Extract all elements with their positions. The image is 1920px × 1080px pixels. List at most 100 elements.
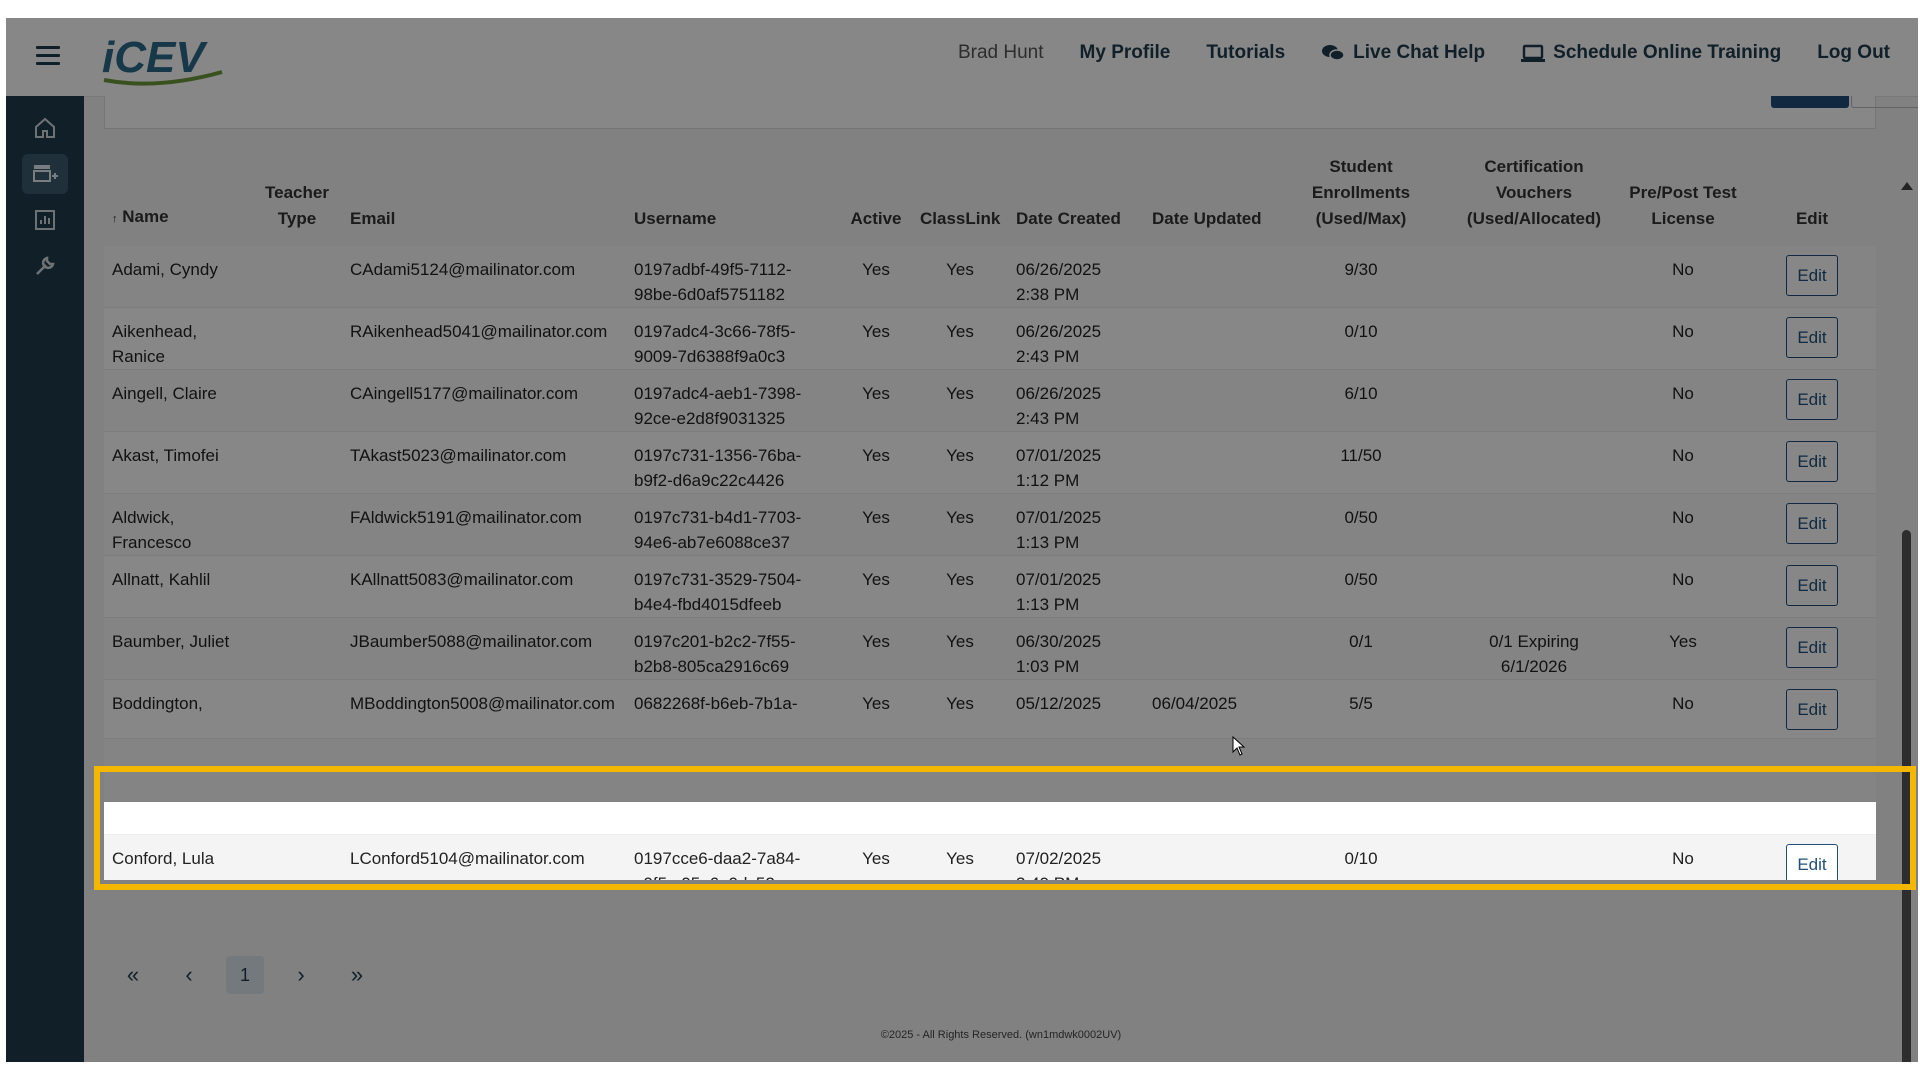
previous-page-button[interactable]: ‹ — [170, 956, 208, 994]
cell-active: Yes — [862, 260, 890, 279]
live-chat-link[interactable]: Live Chat Help — [1321, 42, 1485, 64]
column-header-edit: Edit — [1795, 209, 1829, 228]
cell-enrollments: 0/1 — [1349, 632, 1373, 651]
sidebar-item-home[interactable] — [22, 108, 68, 148]
schedule-training-label: Schedule Online Training — [1553, 42, 1782, 63]
table-row[interactable]: Baumber, Juliet JBaumber5088@mailinator.c… — [104, 617, 1876, 680]
cell-email: JBaumber5088@mailinator.com — [350, 632, 593, 651]
cell-username: 0197adbf-49f5-7112- 98be-6d0af5751182 — [634, 260, 792, 304]
last-page-button[interactable]: » — [338, 956, 376, 994]
cell-date-updated — [1144, 618, 1272, 680]
mouse-cursor-icon — [1232, 736, 1246, 756]
cell-email: CAdami5124@mailinator.com — [350, 260, 576, 279]
table-row[interactable]: Boddington, MBoddington5008@mailinator.co… — [104, 679, 1876, 739]
cell-active: Yes — [862, 508, 890, 527]
cell-name: Aikenhead, Ranice — [112, 322, 198, 366]
cell-vouchers — [1450, 308, 1618, 370]
my-profile-link[interactable]: My Profile — [1080, 42, 1171, 64]
cell-enrollments: 11/50 — [1340, 446, 1382, 465]
cell-teacher-type — [252, 618, 342, 680]
current-page-button[interactable]: 1 — [226, 956, 264, 994]
cell-license: No — [1672, 446, 1694, 465]
sidebar — [6, 96, 84, 1062]
cell-name: Adami, Cyndy — [112, 260, 218, 279]
icev-logo[interactable]: iCEV — [98, 32, 228, 88]
column-header-date-created[interactable]: Date Created — [1008, 154, 1144, 246]
cell-name: Baumber, Juliet — [112, 632, 230, 651]
top-bar: iCEV Brad Hunt My Profile Tutorials Live… — [6, 18, 1918, 97]
edit-button[interactable]: Edit — [1786, 503, 1838, 544]
table-row[interactable]: Adami, Cyndy CAdami5124@mailinator.com 019… — [104, 246, 1876, 308]
cell-vouchers — [1450, 370, 1618, 432]
cell-classlink: Yes — [946, 446, 974, 465]
cell-vouchers: 0/1 Expiring 6/1/2026 — [1489, 632, 1579, 676]
cell-active: Yes — [862, 848, 890, 868]
cell-classlink: Yes — [946, 848, 974, 868]
column-header-student-enrollments[interactable]: Student Enrollments (Used/Max) — [1272, 154, 1450, 246]
sidebar-item-tools[interactable] — [22, 246, 68, 286]
cell-license: No — [1672, 848, 1694, 868]
cell-date-created: 06/30/2025 1:03 PM — [1016, 632, 1102, 676]
next-page-button[interactable]: › — [282, 956, 320, 994]
cell-edit: Edit — [1748, 308, 1876, 370]
edit-button[interactable]: Edit — [1786, 843, 1838, 880]
edit-button[interactable]: Edit — [1786, 627, 1838, 668]
table-row-partial — [104, 802, 1876, 834]
cell-name: Aingell, Claire — [112, 384, 217, 403]
cell-date-updated — [1144, 308, 1272, 370]
log-out-link[interactable]: Log Out — [1817, 42, 1890, 64]
column-header-active[interactable]: Active — [840, 154, 912, 246]
cell-teacher-type — [252, 370, 342, 432]
hamburger-menu-icon[interactable] — [36, 46, 60, 66]
edit-button[interactable]: Edit — [1786, 255, 1838, 296]
edit-button[interactable]: Edit — [1786, 441, 1838, 482]
cell-date-updated — [1144, 494, 1272, 556]
column-header-name[interactable]: ↑ Name — [104, 154, 252, 246]
table-row[interactable]: Aldwick, Francesco FAldwick5191@mailinator… — [104, 493, 1876, 556]
table-row[interactable]: Aingell, Claire CAingell5177@mailinator.c… — [104, 369, 1876, 432]
edit-button[interactable]: Edit — [1786, 565, 1838, 606]
cell-classlink: Yes — [946, 260, 974, 279]
cell-date-created: 05/12/2025 — [1016, 694, 1102, 713]
tutorials-link[interactable]: Tutorials — [1206, 42, 1285, 64]
cell-classlink: Yes — [946, 508, 974, 527]
column-header-email[interactable]: Email — [342, 154, 626, 246]
column-header-username[interactable]: Username — [626, 154, 840, 246]
cell-active: Yes — [862, 322, 890, 341]
edit-button[interactable]: Edit — [1786, 317, 1838, 358]
sidebar-item-storefront-add[interactable] — [22, 154, 68, 194]
column-header-pre-post-license[interactable]: Pre/Post Test License — [1618, 154, 1748, 246]
cell-name: Aldwick, Francesco — [112, 508, 192, 552]
scroll-up-arrow-icon[interactable] — [1901, 182, 1913, 190]
edit-button[interactable]: Edit — [1786, 689, 1838, 730]
sidebar-item-reports[interactable] — [22, 200, 68, 240]
column-header-teacher-type[interactable]: Teacher Type — [252, 154, 342, 246]
first-page-button[interactable]: « — [114, 956, 152, 994]
column-header-certification-vouchers[interactable]: Certification Vouchers (Used/Allocated) — [1450, 154, 1618, 246]
scrollbar-thumb[interactable] — [1902, 530, 1911, 1062]
table-row[interactable]: Aikenhead, Ranice RAikenhead5041@mailinato… — [104, 307, 1876, 370]
cell-edit: Edit — [1748, 370, 1876, 432]
schedule-training-link[interactable]: Schedule Online Training — [1521, 42, 1781, 64]
cell-license: No — [1672, 384, 1694, 403]
cell-teacher-type — [252, 246, 342, 308]
column-header-classlink[interactable]: ClassLink — [912, 154, 1008, 246]
cell-active: Yes — [862, 446, 890, 465]
cell-username: 0197c201-b2c2-7f55- b2b8-805ca2916c69 — [634, 632, 796, 676]
cell-email: LConford5104@mailinator.com — [350, 848, 585, 868]
cell-name: Boddington, — [112, 694, 203, 713]
cell-classlink: Yes — [946, 694, 974, 713]
cell-teacher-type — [252, 556, 342, 618]
cell-vouchers — [1450, 246, 1618, 308]
vertical-scrollbar[interactable] — [1898, 180, 1914, 1062]
table-row[interactable]: Akast, Timofei TAkast5023@mailinator.com 0… — [104, 431, 1876, 494]
cell-username: 0197c731-1356-76ba-b9f2-d6a9c22c4426 — [634, 446, 802, 490]
secondary-action-button[interactable] — [1851, 96, 1918, 108]
table-row[interactable]: Allnatt, Kahlil KAllnatt5083@mailinator.c… — [104, 555, 1876, 618]
primary-action-button[interactable] — [1771, 96, 1849, 108]
cell-license: No — [1672, 260, 1694, 279]
edit-button[interactable]: Edit — [1786, 379, 1838, 420]
column-header-date-updated[interactable]: Date Updated — [1144, 154, 1272, 246]
cell-date-created: 06/26/2025 2:43 PM — [1016, 384, 1102, 428]
table-row-highlighted[interactable]: Conford, Lula LConford5104@mailinator.com… — [104, 834, 1876, 880]
